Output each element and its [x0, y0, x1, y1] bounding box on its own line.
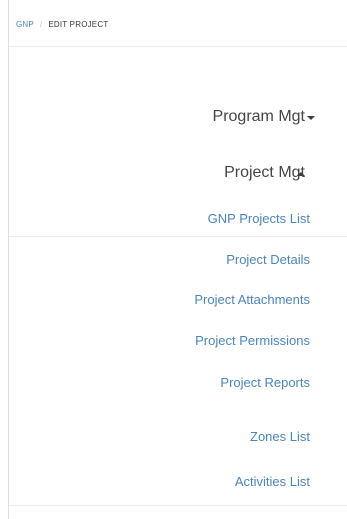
menu-divider [9, 236, 347, 237]
panel-left-border [8, 0, 9, 519]
menu-item-project-details[interactable]: Project Details [226, 252, 310, 267]
menu-program-mgt[interactable]: Program Mgt [213, 108, 305, 126]
caret-up-icon[interactable] [297, 172, 305, 176]
menu-item-project-reports[interactable]: Project Reports [220, 375, 310, 390]
menu-program-mgt-label: Program Mgt [212, 108, 305, 125]
menu-bottom-divider [9, 505, 347, 506]
menu-item-project-attachments[interactable]: Project Attachments [194, 292, 310, 307]
menu-project-mgt[interactable]: Project Mgt [224, 164, 305, 182]
breadcrumb-current: EDIT PROJECT [48, 20, 109, 29]
breadcrumb: GNP / EDIT PROJECT [16, 20, 108, 29]
menu-project-mgt-label: Project Mgt [224, 164, 305, 181]
sidebar-panel: GNP / EDIT PROJECT Program Mgt Project M… [0, 0, 347, 519]
breadcrumb-divider [9, 46, 347, 47]
caret-down-icon[interactable] [307, 116, 315, 120]
menu-item-activities-list[interactable]: Activities List [235, 474, 310, 489]
menu-item-gnp-projects-list[interactable]: GNP Projects List [208, 211, 310, 226]
menu-item-zones-list[interactable]: Zones List [250, 429, 310, 444]
menu-item-project-permissions[interactable]: Project Permissions [195, 333, 310, 348]
breadcrumb-separator: / [39, 20, 43, 29]
breadcrumb-root-link[interactable]: GNP [16, 20, 34, 29]
